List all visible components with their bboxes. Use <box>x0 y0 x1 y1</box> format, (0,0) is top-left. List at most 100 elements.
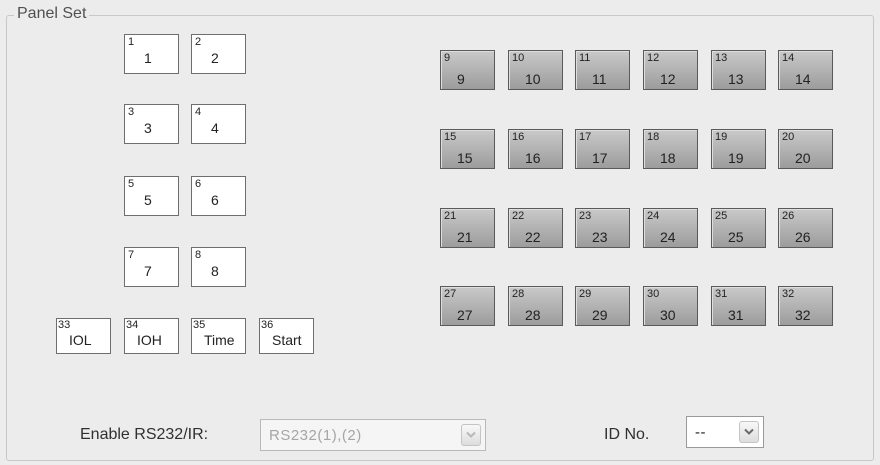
button-label: IOH <box>137 332 162 348</box>
button-index: 7 <box>128 249 135 261</box>
button-index: 32 <box>782 288 795 300</box>
button-label: 11 <box>592 71 607 87</box>
button-index: 1 <box>128 36 135 48</box>
button-label: 9 <box>457 71 465 87</box>
panel-button-8[interactable]: 8 8 <box>191 247 246 287</box>
button-index: 28 <box>512 288 525 300</box>
button-index: 31 <box>715 288 728 300</box>
button-index: 10 <box>512 52 525 64</box>
panel-button-18[interactable]: 18 18 <box>643 129 698 169</box>
button-label: Time <box>204 332 235 348</box>
panel-button-22[interactable]: 22 22 <box>508 208 563 248</box>
button-label: 31 <box>728 307 744 323</box>
button-label: 17 <box>592 150 608 166</box>
button-label: 30 <box>660 307 676 323</box>
panel-button-16[interactable]: 16 16 <box>508 129 563 169</box>
button-index: 35 <box>193 319 206 331</box>
button-label: 23 <box>592 229 608 245</box>
chevron-down-icon[interactable] <box>739 421 759 443</box>
panel-button-13[interactable]: 13 13 <box>711 50 766 90</box>
panel-button-9[interactable]: 9 9 <box>440 50 495 90</box>
panel-button-32[interactable]: 32 32 <box>778 286 833 326</box>
id-no-label: ID No. <box>604 426 650 443</box>
panel-button-1[interactable]: 1 1 <box>124 34 179 74</box>
button-label: 14 <box>795 71 811 87</box>
button-label: 25 <box>728 229 744 245</box>
button-index: 4 <box>195 106 202 118</box>
button-label: Start <box>272 332 302 348</box>
button-index: 21 <box>444 210 457 222</box>
panel-button-24[interactable]: 24 24 <box>643 208 698 248</box>
panel-button-11[interactable]: 11 11 <box>575 50 630 90</box>
time-button[interactable]: 35 Time <box>191 318 246 354</box>
panel-button-31[interactable]: 31 31 <box>711 286 766 326</box>
button-index: 16 <box>512 131 525 143</box>
button-label: 20 <box>795 150 811 166</box>
button-index: 5 <box>128 178 135 190</box>
chevron-down-icon <box>461 424 481 446</box>
rs232-select[interactable]: RS232(1),(2) <box>260 419 486 451</box>
panel-button-15[interactable]: 15 15 <box>440 129 495 169</box>
button-label: 32 <box>795 307 811 323</box>
panel-button-30[interactable]: 30 30 <box>643 286 698 326</box>
button-index: 27 <box>444 288 457 300</box>
button-label: 28 <box>525 307 541 323</box>
panel-button-2[interactable]: 2 2 <box>191 34 246 74</box>
button-label: 10 <box>525 71 541 87</box>
button-label: 24 <box>660 229 676 245</box>
panel-button-21[interactable]: 21 21 <box>440 208 495 248</box>
button-label: 4 <box>211 120 219 136</box>
button-index: 8 <box>195 249 202 261</box>
button-index: 23 <box>579 210 592 222</box>
panel-button-12[interactable]: 12 12 <box>643 50 698 90</box>
button-index: 14 <box>782 52 795 64</box>
iol-button[interactable]: 33 IOL <box>56 318 111 354</box>
button-label: 29 <box>592 307 608 323</box>
panel-button-17[interactable]: 17 17 <box>575 129 630 169</box>
panel-button-4[interactable]: 4 4 <box>191 104 246 144</box>
id-no-select[interactable]: -- <box>686 416 764 448</box>
button-index: 33 <box>58 319 71 331</box>
button-label: 16 <box>525 150 541 166</box>
panel-button-27[interactable]: 27 27 <box>440 286 495 326</box>
button-index: 2 <box>195 36 202 48</box>
button-index: 34 <box>126 319 139 331</box>
panel-button-29[interactable]: 29 29 <box>575 286 630 326</box>
button-index: 25 <box>715 210 728 222</box>
button-index: 15 <box>444 131 457 143</box>
button-index: 6 <box>195 178 202 190</box>
panel-button-14[interactable]: 14 14 <box>778 50 833 90</box>
rs232-label: Enable RS232/IR: <box>80 426 209 443</box>
panel-button-23[interactable]: 23 23 <box>575 208 630 248</box>
button-index: 12 <box>647 52 660 64</box>
panel-button-10[interactable]: 10 10 <box>508 50 563 90</box>
button-label: 27 <box>457 307 473 323</box>
button-index: 3 <box>128 106 135 118</box>
button-label: 1 <box>144 50 152 66</box>
start-button[interactable]: 36 Start <box>259 318 314 354</box>
panel-button-25[interactable]: 25 25 <box>711 208 766 248</box>
button-label: 19 <box>728 150 744 166</box>
button-label: 22 <box>525 229 541 245</box>
panel-button-19[interactable]: 19 19 <box>711 129 766 169</box>
panel-button-7[interactable]: 7 7 <box>124 247 179 287</box>
ioh-button[interactable]: 34 IOH <box>124 318 179 354</box>
panel-button-5[interactable]: 5 5 <box>124 176 179 216</box>
panel-button-20[interactable]: 20 20 <box>778 129 833 169</box>
button-index: 11 <box>579 52 591 64</box>
panel-button-3[interactable]: 3 3 <box>124 104 179 144</box>
button-label: IOL <box>69 332 92 348</box>
button-index: 22 <box>512 210 525 222</box>
button-label: 15 <box>457 150 473 166</box>
button-index: 36 <box>261 319 274 331</box>
button-index: 20 <box>782 131 795 143</box>
panel-button-26[interactable]: 26 26 <box>778 208 833 248</box>
panel-button-28[interactable]: 28 28 <box>508 286 563 326</box>
rs232-value: RS232(1),(2) <box>269 427 362 444</box>
panel-button-6[interactable]: 6 6 <box>191 176 246 216</box>
button-label: 12 <box>660 71 676 87</box>
button-label: 7 <box>144 263 152 279</box>
button-label: 21 <box>457 229 473 245</box>
button-index: 26 <box>782 210 795 222</box>
button-index: 29 <box>579 288 592 300</box>
